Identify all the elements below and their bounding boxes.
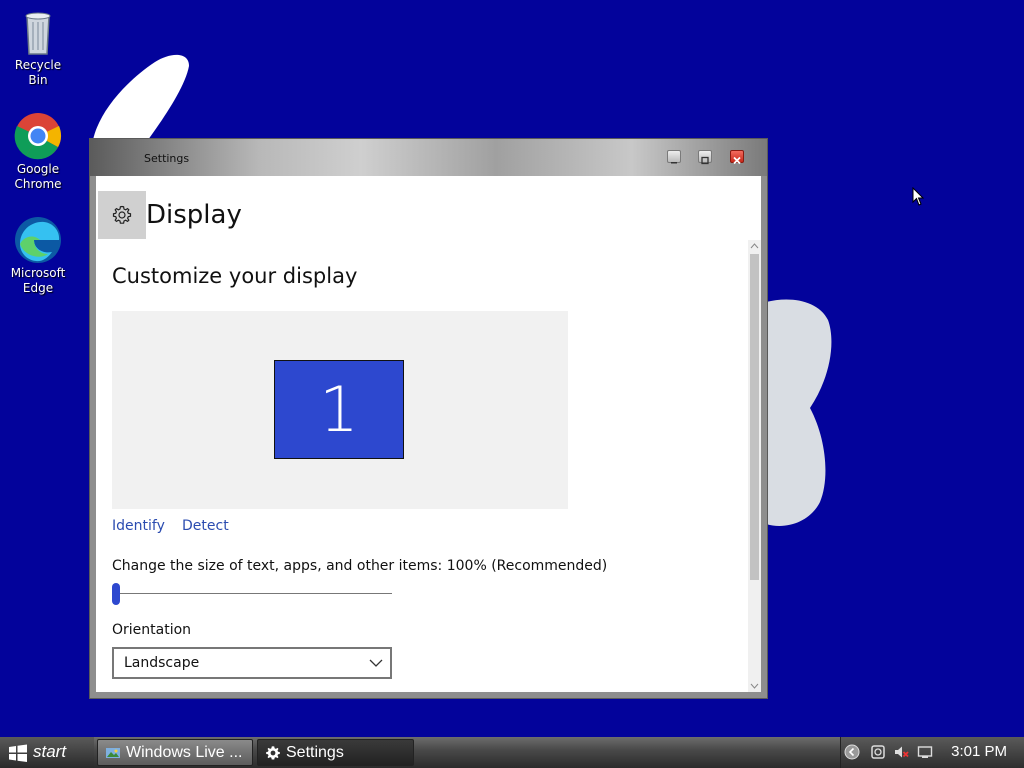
- orientation-label: Orientation: [112, 622, 192, 638]
- scale-slider-thumb[interactable]: [112, 583, 120, 605]
- gear-icon: [266, 746, 280, 760]
- scroll-up-icon: [750, 243, 759, 249]
- taskbar-item-label: Settings: [286, 744, 344, 761]
- chevron-down-icon: [369, 659, 383, 667]
- volume-muted-icon[interactable]: [893, 744, 909, 760]
- network-icon[interactable]: [870, 744, 886, 760]
- scale-label: Change the size of text, apps, and other…: [112, 558, 608, 574]
- edge-icon: [14, 216, 62, 264]
- taskbar-item-windows-live[interactable]: Windows Live ...: [97, 739, 253, 766]
- edge-label: Microsoft Edge: [10, 266, 66, 295]
- scale-slider-track[interactable]: [112, 593, 392, 594]
- taskbar-item-settings[interactable]: Settings: [257, 739, 414, 766]
- taskbar-item-label: Windows Live ...: [126, 744, 243, 761]
- chrome-icon: [14, 112, 62, 160]
- settings-content: Display Customize your display 1 Identif…: [96, 176, 761, 692]
- minimize-icon: [671, 162, 677, 164]
- close-icon: [733, 156, 741, 165]
- start-label: start: [33, 742, 67, 761]
- gear-icon: [112, 205, 132, 224]
- windows-live-icon: [106, 748, 120, 758]
- system-tray: 3:01 PM: [840, 737, 1024, 768]
- recycle-bin-icon: [14, 8, 62, 56]
- wallpaper-shape-right: [766, 299, 832, 526]
- action-center-icon[interactable]: [917, 744, 933, 760]
- settings-home-button[interactable]: [98, 191, 146, 239]
- window-titlebar[interactable]: Settings: [90, 139, 767, 176]
- show-hidden-icons-icon[interactable]: [844, 744, 860, 760]
- mouse-cursor-icon: [912, 187, 925, 206]
- maximize-icon: [701, 156, 709, 165]
- page-title: Display: [146, 200, 242, 230]
- minimize-button[interactable]: [667, 150, 681, 164]
- taskbar-clock[interactable]: 3:01 PM: [951, 743, 1007, 760]
- taskbar: start Windows Live ... Settings 3:01 PM: [0, 737, 1024, 768]
- vertical-scrollbar[interactable]: [748, 240, 761, 692]
- start-button[interactable]: start: [0, 737, 94, 768]
- detect-link[interactable]: Detect: [182, 518, 229, 534]
- section-title: Customize your display: [112, 264, 358, 288]
- orientation-value: Landscape: [124, 655, 200, 671]
- display-arrangement-area: 1: [112, 311, 568, 509]
- desktop-icon-microsoft-edge[interactable]: Microsoft Edge: [4, 216, 72, 296]
- recycle-bin-label: Recycle Bin: [14, 58, 62, 87]
- scroll-down-icon: [750, 683, 759, 689]
- maximize-button[interactable]: [698, 150, 712, 165]
- settings-window[interactable]: Settings Display Customize your display …: [89, 138, 768, 699]
- wallpaper-shape-top: [93, 54, 189, 144]
- scroll-thumb[interactable]: [750, 254, 759, 580]
- close-button[interactable]: [730, 150, 744, 165]
- monitor-tile[interactable]: 1: [274, 360, 404, 459]
- chrome-label: Google Chrome: [14, 162, 62, 191]
- windows-logo-icon: [9, 744, 27, 762]
- orientation-dropdown[interactable]: Landscape: [112, 647, 392, 679]
- desktop-icon-google-chrome[interactable]: Google Chrome: [4, 112, 72, 192]
- window-title: Settings: [144, 152, 190, 165]
- identify-link[interactable]: Identify: [112, 518, 165, 534]
- desktop-icon-recycle-bin[interactable]: Recycle Bin: [4, 8, 72, 88]
